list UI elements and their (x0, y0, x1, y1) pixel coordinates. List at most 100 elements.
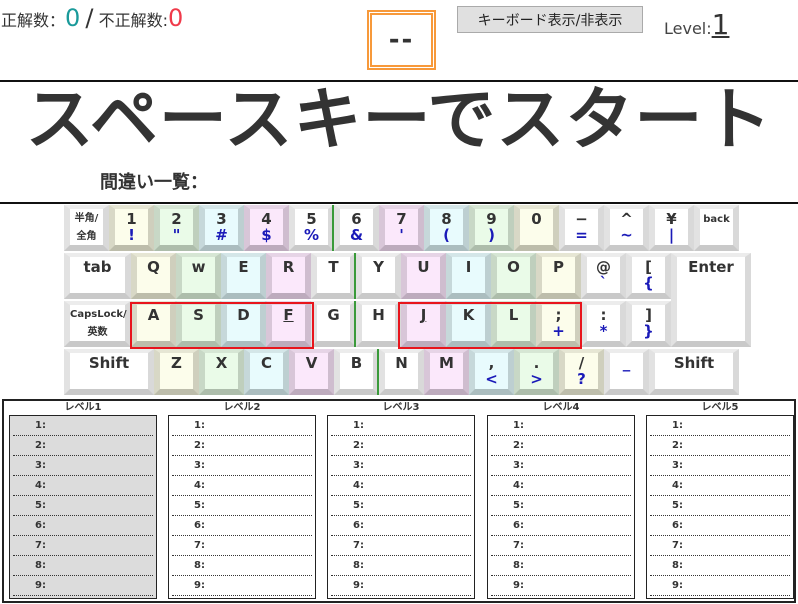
key-main-label: B (350, 354, 363, 372)
score-separator: / (85, 4, 94, 32)
key-main-label: Shift (673, 354, 715, 372)
result-index: 4: (353, 480, 364, 491)
key-sym13[interactable]: ¥ | (649, 205, 694, 251)
key-main-label: 5 (306, 210, 317, 228)
key-B[interactable]: B (334, 349, 379, 395)
list-item: 6: (331, 516, 471, 536)
key-G[interactable]: G (311, 301, 356, 347)
key-Z[interactable]: Z (154, 349, 199, 395)
key-Q[interactable]: Q (131, 253, 176, 299)
list-item: 8: (491, 556, 631, 576)
key-main-label: H (372, 306, 385, 324)
key-shift-label: > (530, 370, 543, 388)
key-main-label: ^ (620, 210, 633, 228)
key-sym12[interactable]: ^ ~ (604, 205, 649, 251)
key-sym11[interactable]: @ ` (581, 253, 626, 299)
right-home-row-highlight (398, 302, 582, 349)
key-sym0[interactable]: 半角/ 全角 (64, 205, 109, 251)
mistakes-label: 間違い一覧： (100, 172, 208, 193)
keyboard: 半角/ 全角 1! 2 " 3 #4 $5% 6 & 7 ' 8(9) 0− = ^ ~ ¥ | back tab Qw… (64, 205, 751, 397)
toggle-keyboard-button[interactable]: キーボード表示/非表示 (457, 6, 643, 33)
key-shift-label: $ (261, 226, 272, 244)
key-E[interactable]: E (221, 253, 266, 299)
level-panel-title: レベル2 (223, 402, 261, 413)
key-main-label: Shift (88, 354, 130, 372)
result-index: 6: (672, 520, 683, 531)
list-item: 3: (650, 456, 790, 476)
key-shift-label: ? (577, 370, 586, 388)
key-sym11[interactable]: : * (581, 301, 626, 347)
result-index: 5: (353, 500, 364, 511)
key-0[interactable]: 0 (514, 205, 559, 251)
correct-count: 0 (65, 4, 81, 32)
key-shift-label: ) (488, 226, 495, 244)
key-R[interactable]: R (266, 253, 311, 299)
key-X[interactable]: X (199, 349, 244, 395)
result-index: 6: (194, 520, 205, 531)
key-shift-label: ` (599, 274, 608, 292)
result-index: 8: (353, 560, 364, 571)
result-index: 7: (353, 540, 364, 551)
result-index: 4: (672, 480, 683, 491)
key-shift-label: ' (399, 226, 404, 244)
key-sym10[interactable]: /? (559, 349, 604, 395)
key-H[interactable]: H (356, 301, 401, 347)
key-O[interactable]: O (491, 253, 536, 299)
key-sym9[interactable]: . > (514, 349, 559, 395)
key-5[interactable]: 5% (289, 205, 334, 251)
key-main-label: 6 (351, 210, 362, 228)
key-U[interactable]: U (401, 253, 446, 299)
key-main-label: T (328, 258, 339, 276)
key-main-label: C (260, 354, 272, 372)
key-N[interactable]: N (379, 349, 424, 395)
key-main-label: G (327, 306, 340, 324)
list-item: 5: (650, 496, 790, 516)
key-sym11[interactable]: − = (559, 205, 604, 251)
result-index: 2: (194, 440, 205, 451)
result-index: 1: (35, 420, 46, 431)
key-M[interactable]: M (424, 349, 469, 395)
key-T[interactable]: T (311, 253, 356, 299)
key-sym8[interactable]: , < (469, 349, 514, 395)
key-sym12[interactable]: ]} (626, 301, 671, 347)
list-item: 6: (172, 516, 312, 536)
key-underscore[interactable]: _ (604, 349, 649, 395)
key-9[interactable]: 9) (469, 205, 514, 251)
key-back[interactable]: back (694, 205, 739, 251)
key-Shift[interactable]: Shift (649, 349, 739, 395)
key-shift-label: | (668, 226, 675, 244)
key-tab[interactable]: tab (64, 253, 131, 299)
key-Shift[interactable]: Shift (64, 349, 154, 395)
key-main-label: 半角/ 全角 (74, 213, 99, 242)
key-P[interactable]: P (536, 253, 581, 299)
result-index: 4: (35, 480, 46, 491)
key-main-label: / (578, 354, 585, 372)
key-7[interactable]: 7 ' (379, 205, 424, 251)
result-index: 4: (194, 480, 205, 491)
key-Enter[interactable]: Enter (671, 253, 751, 347)
result-index: 7: (194, 540, 205, 551)
key-main-label: U (417, 258, 430, 276)
list-item: 7: (650, 536, 790, 556)
key-main-label: 1 (126, 210, 137, 228)
list-item: 9: (13, 576, 153, 596)
result-index: 9: (35, 580, 46, 591)
key-1[interactable]: 1! (109, 205, 154, 251)
key-2[interactable]: 2 " (154, 205, 199, 251)
key-I[interactable]: I (446, 253, 491, 299)
key-4[interactable]: 4 $ (244, 205, 289, 251)
result-index: 8: (194, 560, 205, 571)
key-8[interactable]: 8( (424, 205, 469, 251)
key-sym12[interactable]: [{ (626, 253, 671, 299)
incorrect-count: 0 (167, 4, 184, 32)
incorrect-label: 不正解数: (98, 11, 168, 30)
key-shift-label: = (575, 226, 588, 244)
key-6[interactable]: 6 & (334, 205, 379, 251)
key-w[interactable]: w (176, 253, 221, 299)
key-C[interactable]: C (244, 349, 289, 395)
key-Y[interactable]: Y (356, 253, 401, 299)
key-V[interactable]: V (289, 349, 334, 395)
key-3[interactable]: 3 # (199, 205, 244, 251)
list-item: 7: (331, 536, 471, 556)
key-CapsLock[interactable]: CapsLock/ 英数 (64, 301, 131, 347)
